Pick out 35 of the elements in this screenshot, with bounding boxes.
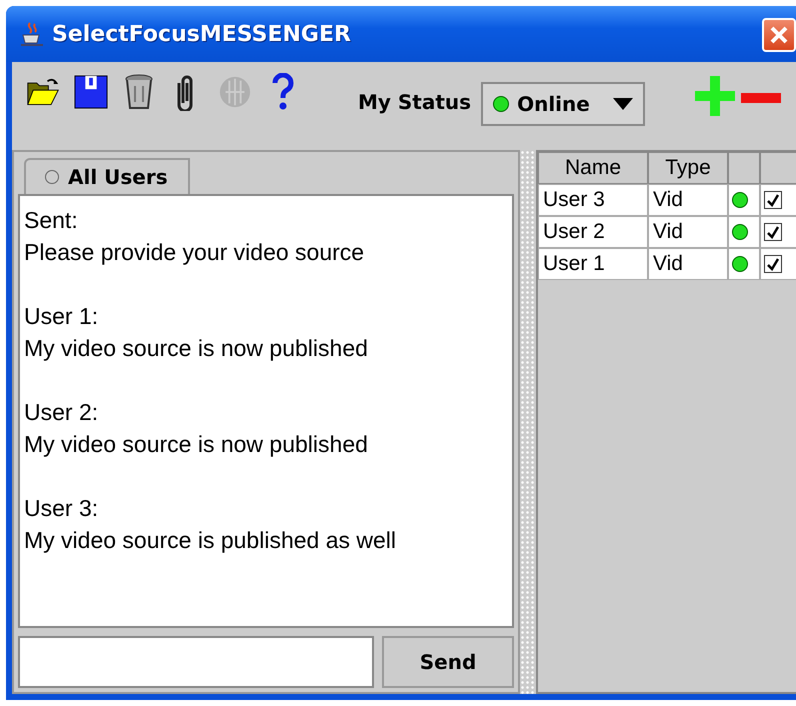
chat-tab[interactable]: All Users — [24, 158, 190, 194]
status-label: My Status — [358, 90, 472, 114]
status-dot-icon — [493, 96, 510, 112]
table-cell: User 2 — [538, 216, 648, 248]
message-sender: User 1: — [24, 302, 100, 331]
checkbox[interactable] — [764, 223, 782, 241]
close-icon — [770, 26, 788, 44]
column-header[interactable]: Type — [648, 152, 728, 184]
table-cell: User 3 — [538, 184, 648, 216]
message-text: Please provide your video source — [24, 238, 366, 267]
globe-icon — [218, 74, 252, 110]
message-input[interactable] — [18, 636, 374, 688]
column-header[interactable]: Name — [538, 152, 648, 184]
close-button[interactable] — [762, 18, 796, 52]
checkbox[interactable] — [764, 191, 782, 209]
message-text: My video source is now published — [24, 430, 369, 459]
table-cell: Vid — [648, 216, 728, 248]
window-title: SelectFocusMESSENGER — [52, 22, 351, 46]
coffee-cup-icon — [20, 21, 44, 47]
table-cell: User 1 — [538, 248, 648, 280]
radio-circle-icon — [44, 169, 60, 185]
send-button[interactable]: Send — [382, 636, 514, 688]
message-sender: User 2: — [24, 398, 100, 427]
table-cell: Vid — [648, 184, 728, 216]
message-sender: User 3: — [24, 494, 100, 523]
message-sender: Sent: — [24, 206, 79, 235]
checkbox[interactable] — [764, 255, 782, 273]
status-dropdown[interactable]: Online — [481, 82, 646, 126]
split-handle[interactable] — [520, 150, 536, 694]
message-text: My video source is published as well — [24, 526, 398, 555]
message-text: My video source is now published — [24, 334, 369, 363]
help-icon — [272, 73, 294, 111]
caret-icon — [613, 98, 634, 110]
table-cell: Vid — [648, 248, 728, 280]
trash-can-icon — [124, 74, 154, 110]
